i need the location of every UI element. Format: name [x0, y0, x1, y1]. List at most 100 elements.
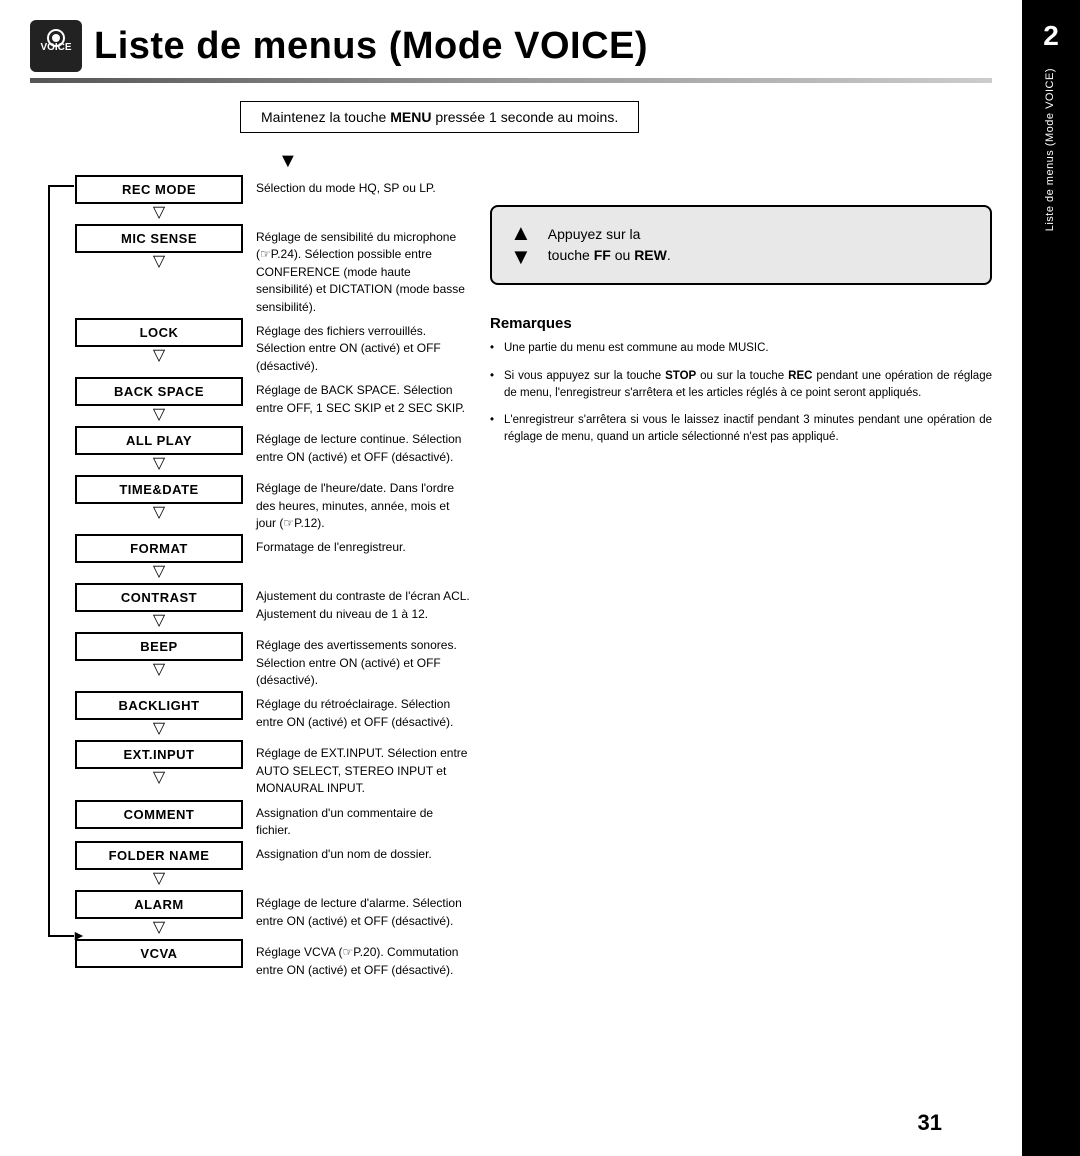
menu-box-alarm: ALARM	[75, 890, 243, 919]
ff-bold: FF	[594, 247, 611, 263]
remark-text-3: L'enregistreur s'arrêtera si vous le lai…	[504, 414, 992, 443]
menu-box-lock: LOCK	[75, 318, 243, 347]
menu-box-all-play: ALL PLAY	[75, 426, 243, 455]
menu-entry-left-beep: BEEP ▽	[74, 632, 244, 679]
menu-entry-folder-name: FOLDER NAME ▽ Assignation d'un nom de do…	[74, 841, 470, 888]
up-arrow-icon: ▲	[510, 221, 532, 245]
desc-contrast: Ajustement du contraste de l'écran ACL. …	[244, 583, 470, 623]
top-instruction: Maintenez la touche MENU pressée 1 secon…	[240, 101, 639, 133]
desc-alarm: Réglage de lecture d'alarme. Sélection e…	[244, 890, 470, 930]
menu-box-back-space: BACK SPACE	[75, 377, 243, 406]
remarks-section: Remarques Une partie du menu est commune…	[490, 315, 992, 456]
menu-items-list: REC MODE ▽ Sélection du mode HQ, SP ou L…	[74, 175, 470, 979]
menu-entry-format: FORMAT ▽ Formatage de l'enregistreur.	[74, 534, 470, 581]
menu-entry-ext-input: EXT.INPUT ▽ Réglage de EXT.INPUT. Sélect…	[74, 740, 470, 797]
menu-entry-left-vcva: VCVA	[74, 939, 244, 968]
arrow-contrast: ▽	[153, 613, 165, 629]
menu-entry-left-contrast: CONTRAST ▽	[74, 583, 244, 630]
right-column: ▲ ▼ Appuyez sur la touche FF ou REW. Rem…	[470, 175, 992, 981]
menu-entry-back-space: BACK SPACE ▽ Réglage de BACK SPACE. Séle…	[74, 377, 470, 424]
desc-backlight: Réglage du rétroéclairage. Sélection ent…	[244, 691, 470, 731]
page-title: Liste de menus (Mode VOICE)	[94, 25, 648, 68]
menu-entry-left-format: FORMAT ▽	[74, 534, 244, 581]
menu-entry-left-lock: LOCK ▽	[74, 318, 244, 365]
menu-column: ► REC MODE ▽ Sélection du mode HQ, SP ou…	[30, 175, 470, 981]
menu-entry-vcva: VCVA Réglage VCVA (☞P.20). Commutation e…	[74, 939, 470, 979]
down-arrow-icon: ▼	[510, 245, 532, 269]
menu-entry-left-back-space: BACK SPACE ▽	[74, 377, 244, 424]
bottom-horiz-arrow	[48, 935, 74, 937]
menu-entry-contrast: CONTRAST ▽ Ajustement du contraste de l'…	[74, 583, 470, 630]
menu-entry-left-rec-mode: REC MODE ▽	[74, 175, 244, 222]
menu-box-rec-mode: REC MODE	[75, 175, 243, 204]
menu-entry-left-alarm: ALARM ▽	[74, 890, 244, 937]
arrow-folder-name: ▽	[153, 871, 165, 887]
menu-box-mic-sense: MIC SENSE	[75, 224, 243, 253]
desc-all-play: Réglage de lecture continue. Sélection e…	[244, 426, 470, 466]
remarks-list: Une partie du menu est commune au mode M…	[490, 340, 992, 446]
arrow-format: ▽	[153, 564, 165, 580]
desc-format: Formatage de l'enregistreur.	[244, 534, 470, 556]
menu-entry-left-folder-name: FOLDER NAME ▽	[74, 841, 244, 888]
menu-entry-lock: LOCK ▽ Réglage des fichiers verrouillés.…	[74, 318, 470, 375]
arrow-mic-sense: ▽	[153, 254, 165, 270]
desc-ext-input: Réglage de EXT.INPUT. Sélection entre AU…	[244, 740, 470, 797]
rew-bold: REW	[634, 247, 667, 263]
remarks-title: Remarques	[490, 315, 992, 332]
menu-entry-mic-sense: MIC SENSE ▽ Réglage de sensibilité du mi…	[74, 224, 470, 316]
svg-text:VOICE: VOICE	[40, 42, 71, 53]
arrow-back-space: ▽	[153, 407, 165, 423]
ff-rew-box: ▲ ▼ Appuyez sur la touche FF ou REW.	[490, 205, 992, 285]
menu-box-contrast: CONTRAST	[75, 583, 243, 612]
menu-box-backlight: BACKLIGHT	[75, 691, 243, 720]
remark-text-1: Une partie du menu est commune au mode M…	[504, 342, 769, 354]
menu-entry-all-play: ALL PLAY ▽ Réglage de lecture continue. …	[74, 426, 470, 473]
menu-entry-left-comment: COMMENT	[74, 800, 244, 829]
menu-entry-beep: BEEP ▽ Réglage des avertissements sonore…	[74, 632, 470, 689]
desc-folder-name: Assignation d'un nom de dossier.	[244, 841, 470, 863]
desc-back-space: Réglage de BACK SPACE. Sélection entre O…	[244, 377, 470, 417]
sidebar-text: Liste de menus (Mode VOICE)	[1044, 68, 1057, 231]
arrow-all-play: ▽	[153, 456, 165, 472]
title-divider	[30, 78, 992, 83]
stop-bold: STOP	[665, 370, 696, 382]
voice-icon: VOICE	[30, 20, 82, 72]
desc-lock: Réglage des fichiers verrouillés. Sélect…	[244, 318, 470, 375]
menu-box-vcva: VCVA	[75, 939, 243, 968]
desc-mic-sense: Réglage de sensibilité du microphone (☞P…	[244, 224, 470, 316]
menu-entry-left-backlight: BACKLIGHT ▽	[74, 691, 244, 738]
menu-entry-comment: COMMENT Assignation d'un commentaire de …	[74, 800, 470, 840]
menu-entry-time-date: TIME&DATE ▽ Réglage de l'heure/date. Dan…	[74, 475, 470, 532]
menu-entry-alarm: ALARM ▽ Réglage de lecture d'alarme. Sél…	[74, 890, 470, 937]
desc-beep: Réglage des avertissements sonores. Séle…	[244, 632, 470, 689]
top-horiz-arrow	[48, 185, 74, 187]
desc-time-date: Réglage de l'heure/date. Dans l'ordre de…	[244, 475, 470, 532]
arrow-beep: ▽	[153, 662, 165, 678]
main-content: VOICE Liste de menus (Mode VOICE) Mainte…	[0, 0, 1022, 1156]
arrow-rec-mode: ▽	[153, 205, 165, 221]
ff-rew-arrows: ▲ ▼	[510, 221, 532, 269]
menu-bold: MENU	[390, 109, 431, 125]
menu-entry-left-mic-sense: MIC SENSE ▽	[74, 224, 244, 271]
sidebar: 2 Liste de menus (Mode VOICE)	[1022, 0, 1080, 1156]
menu-entry-left-ext-input: EXT.INPUT ▽	[74, 740, 244, 787]
menu-box-ext-input: EXT.INPUT	[75, 740, 243, 769]
page: VOICE Liste de menus (Mode VOICE) Mainte…	[0, 0, 1080, 1156]
arrow-alarm: ▽	[153, 920, 165, 936]
page-number: 31	[918, 1110, 942, 1136]
menu-flow: ► REC MODE ▽ Sélection du mode HQ, SP ou…	[40, 175, 470, 979]
menu-entry-left-all-play: ALL PLAY ▽	[74, 426, 244, 473]
menu-box-comment: COMMENT	[75, 800, 243, 829]
menu-entry-backlight: BACKLIGHT ▽ Réglage du rétroéclairage. S…	[74, 691, 470, 738]
menu-box-beep: BEEP	[75, 632, 243, 661]
top-down-arrow: ▼	[278, 151, 992, 171]
bottom-right-arrow: ►	[72, 927, 86, 943]
menu-box-folder-name: FOLDER NAME	[75, 841, 243, 870]
desc-rec-mode: Sélection du mode HQ, SP ou LP.	[244, 175, 470, 197]
menu-box-format: FORMAT	[75, 534, 243, 563]
menu-entry-left-time-date: TIME&DATE ▽	[74, 475, 244, 522]
remark-item-1: Une partie du menu est commune au mode M…	[490, 340, 992, 357]
title-area: VOICE Liste de menus (Mode VOICE)	[30, 20, 992, 72]
ff-rew-line1: Appuyez sur la	[548, 226, 641, 242]
top-instruction-wrapper: Maintenez la touche MENU pressée 1 secon…	[130, 101, 992, 143]
